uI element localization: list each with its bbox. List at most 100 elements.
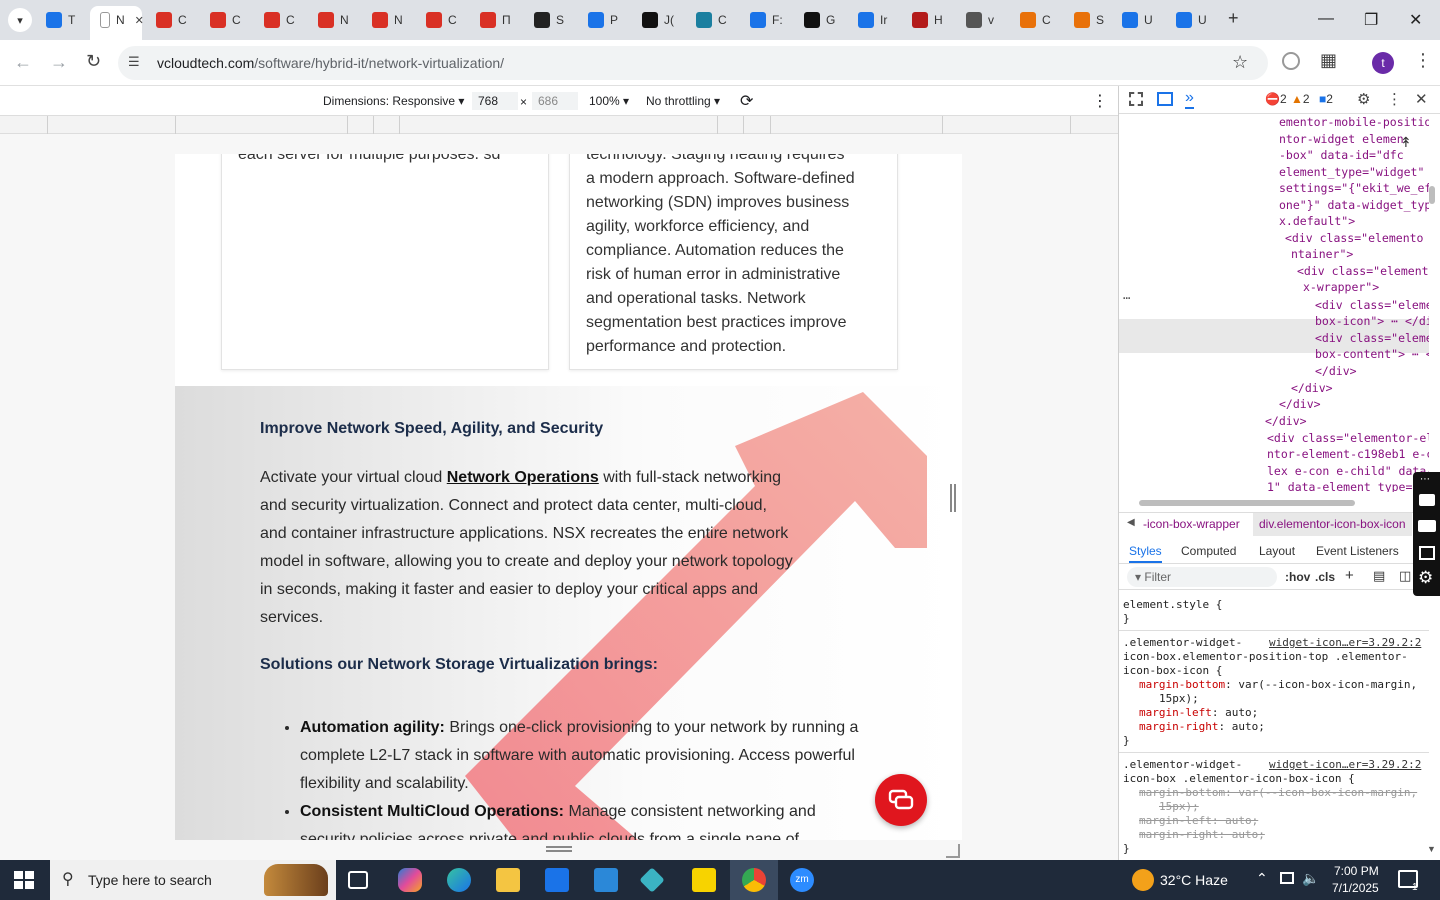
css-property[interactable]: margin-right	[1139, 720, 1218, 733]
css-overridden-value[interactable]: 15px);	[1123, 800, 1427, 814]
reload-icon[interactable]: ↻	[86, 51, 101, 72]
tab-19[interactable]: S	[1074, 6, 1104, 34]
dom-line[interactable]: <div class="element	[1297, 263, 1429, 280]
style-rule-1[interactable]: .elementor-widget-widget-icon…er=3.29.2:…	[1123, 636, 1427, 748]
devtools-close-icon[interactable]: ✕	[1415, 90, 1428, 108]
edge-icon[interactable]	[447, 868, 471, 892]
dom-line[interactable]: </div>	[1265, 413, 1307, 430]
close-tab-icon[interactable]: ✕	[135, 14, 144, 27]
tab-search-icon[interactable]: ▾	[8, 8, 32, 32]
dom-line[interactable]: ementor-mobile-positio	[1279, 114, 1429, 131]
resize-handle-bottom[interactable]	[546, 846, 572, 852]
errors-badge[interactable]: ⛔2	[1265, 92, 1287, 106]
css-overridden-property[interactable]: margin-bottom: var(--icon-box-icon-margi…	[1123, 786, 1427, 800]
dom-line[interactable]: x.default">	[1279, 213, 1355, 230]
tab-2[interactable]: C	[156, 6, 187, 34]
close-window-icon[interactable]: ✕	[1409, 10, 1422, 30]
crumb-icon-box-wrapper[interactable]: -icon-box-wrapper	[1143, 517, 1240, 531]
resize-handle-right[interactable]	[950, 484, 956, 512]
throttling-dropdown[interactable]: No throttling ▾	[646, 94, 720, 108]
globe-icon[interactable]	[1282, 52, 1300, 70]
restore-icon[interactable]: ❐	[1364, 10, 1378, 30]
vpn-app-icon[interactable]	[639, 867, 665, 893]
menu-kebab-icon[interactable]: ⋮	[1414, 50, 1432, 71]
dom-line[interactable]: box-content"> ⋯ <	[1315, 346, 1429, 363]
minimize-icon[interactable]: —	[1318, 10, 1334, 28]
tab-20[interactable]: U	[1122, 6, 1153, 34]
dom-line[interactable]: </div>	[1279, 396, 1321, 413]
element-style-rule[interactable]: element.style { }	[1123, 598, 1222, 626]
camera-icon[interactable]	[1419, 494, 1435, 506]
dom-line[interactable]: <div class="elementor-el	[1267, 430, 1429, 447]
tab-layout[interactable]: Layout	[1259, 544, 1295, 558]
store-icon[interactable]	[545, 868, 569, 892]
css-value[interactable]: : auto;	[1212, 706, 1258, 719]
pin-icon[interactable]: ↟	[1400, 134, 1412, 151]
back-icon[interactable]: ←	[14, 52, 32, 73]
dom-line[interactable]: lex e-con e-child" data-	[1267, 463, 1429, 480]
device-options-icon[interactable]: ⋮	[1092, 91, 1108, 111]
dom-line[interactable]: </div>	[1315, 363, 1357, 380]
mail-icon[interactable]	[594, 868, 618, 892]
tab-13[interactable]: F:	[750, 6, 783, 34]
settings-gear-icon[interactable]: ⚙	[1357, 90, 1370, 108]
chat-button[interactable]	[875, 774, 927, 826]
tab-16[interactable]: H	[912, 6, 943, 34]
inspect-element-icon[interactable]	[1129, 92, 1143, 106]
devtools-kebab-icon[interactable]: ⋮	[1387, 90, 1402, 108]
more-panels-icon[interactable]: »	[1185, 89, 1194, 109]
chrome-icon[interactable]	[742, 868, 766, 892]
crumb-left-arrow-icon[interactable]: ◀	[1127, 517, 1135, 528]
tab-10[interactable]: P	[588, 6, 618, 34]
dom-line[interactable]: x-wrapper">	[1303, 279, 1379, 296]
rule-source-link[interactable]: widget-icon…er=3.29.2:2	[1269, 636, 1421, 650]
dom-vertical-scrollbar[interactable]	[1429, 186, 1435, 204]
sidebar-toggle-icon[interactable]: ◫	[1399, 568, 1411, 584]
tab-9[interactable]: S	[534, 6, 564, 34]
css-overridden-property[interactable]: margin-right: auto;	[1123, 828, 1427, 842]
warnings-badge[interactable]: ▲2	[1291, 92, 1310, 106]
video-icon[interactable]	[1418, 520, 1436, 532]
avatar[interactable]: t	[1372, 52, 1394, 74]
url-text[interactable]: vcloudtech.com/software/hybrid-it/networ…	[157, 55, 504, 71]
dom-line[interactable]: box-icon"> ⋯ </di	[1315, 313, 1429, 330]
styles-pane[interactable]: element.style { } .elementor-widget-widg…	[1119, 590, 1429, 860]
network-icon[interactable]	[1280, 872, 1294, 884]
tab-8[interactable]: П	[480, 6, 511, 34]
styles-scroll-down-icon[interactable]: ▼	[1427, 844, 1436, 854]
dom-ellipsis-icon[interactable]: ⋯	[1123, 290, 1130, 307]
tab-12[interactable]: C	[696, 6, 727, 34]
dom-line[interactable]: <div class="eleme	[1315, 330, 1429, 347]
tab-5[interactable]: N	[318, 6, 349, 34]
css-value[interactable]: 15px);	[1123, 692, 1427, 706]
dom-line[interactable]: one"}" data-widget_typ	[1279, 197, 1429, 214]
dom-horizontal-scrollbar[interactable]	[1139, 500, 1355, 506]
site-info-icon[interactable]: ☰	[128, 54, 146, 72]
tab-4[interactable]: C	[264, 6, 295, 34]
network-operations-link[interactable]: Network Operations	[447, 469, 599, 486]
file-explorer-icon[interactable]	[496, 868, 520, 892]
gear-icon[interactable]: ⚙	[1418, 568, 1433, 588]
rule-source-link[interactable]: widget-icon…er=3.29.2:2	[1269, 758, 1421, 772]
taskbar-search-box[interactable]: ⚲ Type here to search	[50, 860, 336, 900]
tab-styles[interactable]: Styles	[1129, 544, 1162, 563]
copilot-icon[interactable]	[398, 868, 422, 892]
extensions-icon[interactable]: ▦	[1320, 50, 1337, 71]
zoom-app-icon[interactable]: zm	[790, 868, 814, 892]
css-property[interactable]: margin-left	[1139, 706, 1212, 719]
forward-icon[interactable]: →	[50, 52, 68, 73]
window-icon[interactable]	[1419, 546, 1435, 560]
media-query-ruler[interactable]	[0, 116, 1118, 134]
css-value[interactable]: : var(--icon-box-icon-margin,	[1225, 678, 1417, 691]
tab-15[interactable]: Ir	[858, 6, 887, 34]
weather-icon[interactable]	[1132, 869, 1154, 891]
style-rule-2[interactable]: .elementor-widget-widget-icon…er=3.29.2:…	[1123, 758, 1427, 856]
filter-input[interactable]: ▾ Filter	[1127, 567, 1277, 587]
css-property[interactable]: margin-bottom	[1139, 678, 1225, 691]
tab-computed[interactable]: Computed	[1181, 544, 1236, 558]
width-input[interactable]: 768	[472, 92, 518, 110]
new-tab-button[interactable]: +	[1228, 8, 1239, 29]
dom-line[interactable]: ntor-element-c198eb1 e-c	[1267, 446, 1429, 463]
address-bar[interactable]: ☰ vcloudtech.com/software/hybrid-it/netw…	[118, 46, 1268, 80]
tray-chevron-icon[interactable]: ⌃	[1256, 870, 1268, 887]
